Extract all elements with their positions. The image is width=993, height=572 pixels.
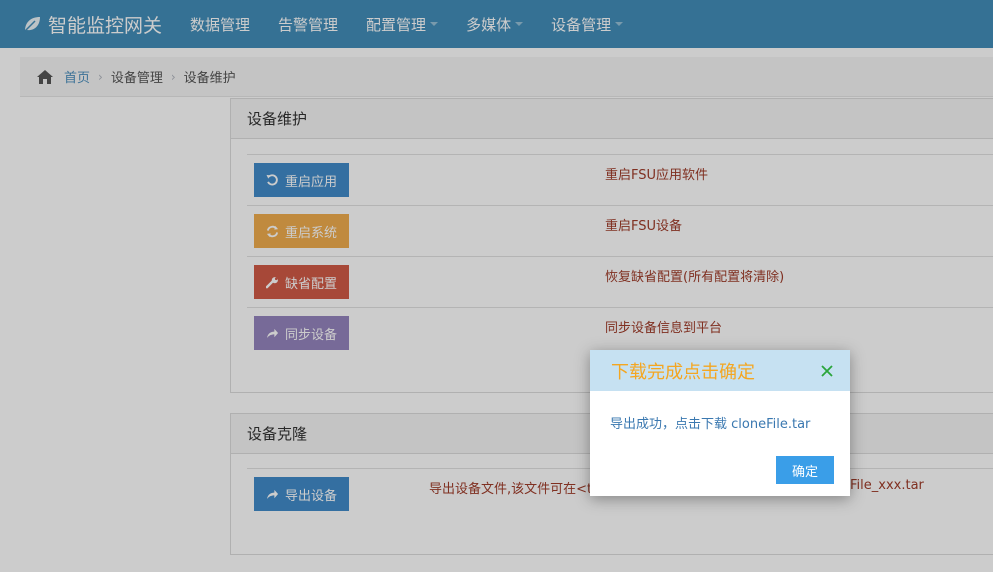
dialog-message: 导出成功，点击下载 cloneFile.tar <box>610 417 811 432</box>
download-dialog: 下载完成点击确定 导出成功，点击下载 cloneFile.tar 确定 <box>590 350 850 496</box>
ok-button[interactable]: 确定 <box>776 456 834 484</box>
dialog-title: 下载完成点击确定 <box>611 361 755 383</box>
dialog-header: 下载完成点击确定 <box>590 350 850 391</box>
close-icon[interactable] <box>820 364 834 378</box>
